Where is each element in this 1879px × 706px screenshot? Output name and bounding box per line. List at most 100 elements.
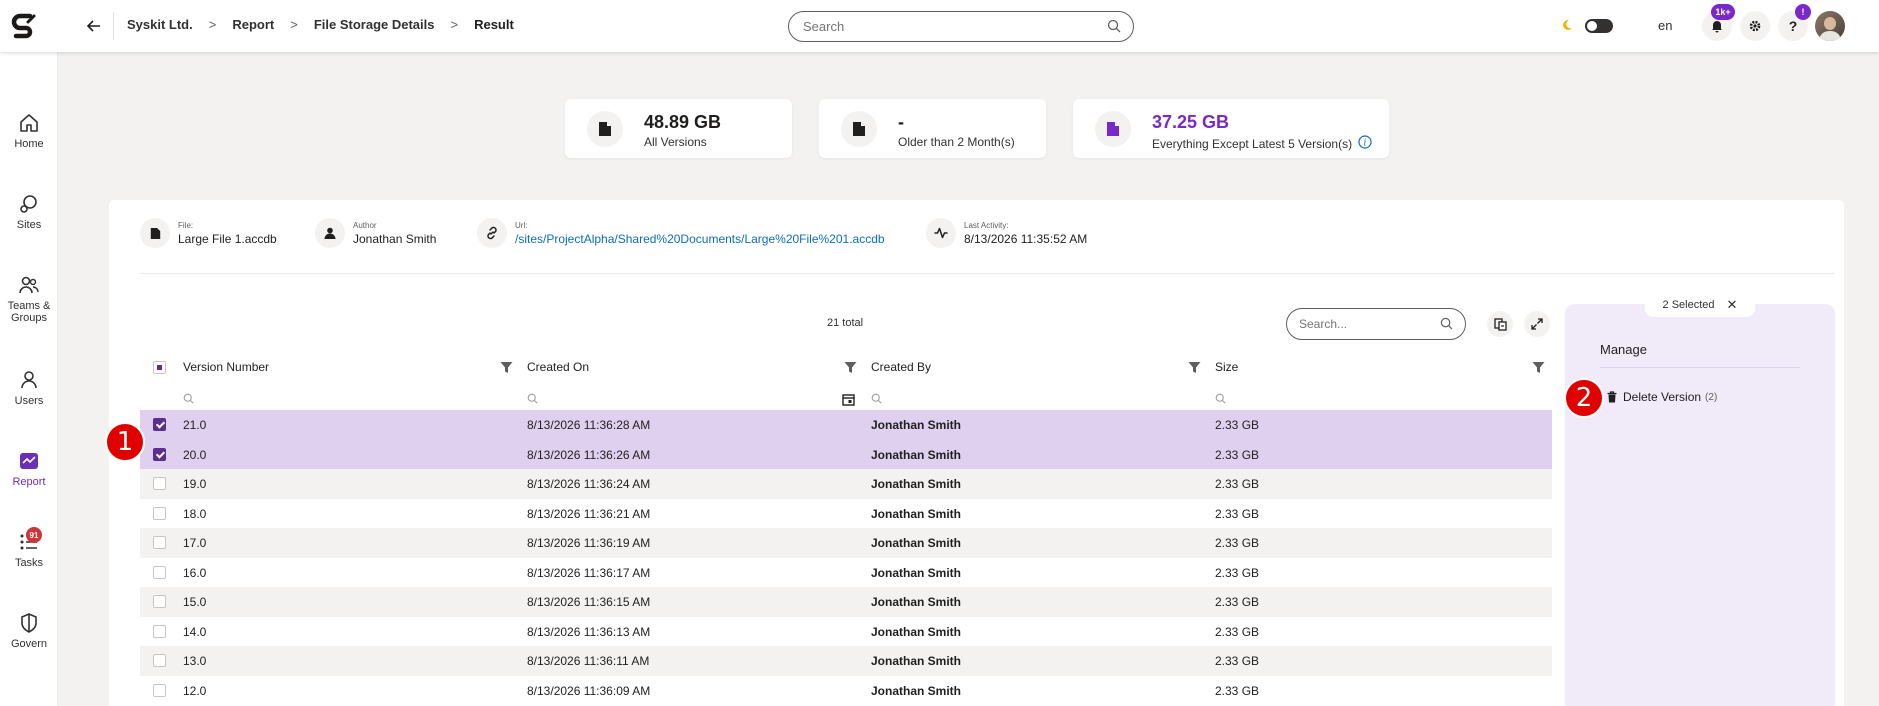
nav-item-govern[interactable]: Govern — [0, 612, 58, 650]
manage-divider — [1600, 367, 1800, 368]
file-icon — [140, 218, 170, 248]
card-all-versions: 48.89 GB All Versions — [565, 99, 792, 158]
search-icon[interactable] — [1215, 391, 1226, 409]
select-all-checkbox[interactable] — [153, 361, 166, 374]
cell-version: 16.0 — [183, 565, 207, 580]
cell-created-on: 8/13/2026 11:36:19 AM — [527, 536, 651, 550]
row-checkbox[interactable] — [153, 477, 166, 490]
row-checkbox[interactable] — [153, 506, 166, 520]
table-row[interactable]: 19.0 8/13/2026 11:36:24 AM Jonathan Smith 2… — [140, 469, 1552, 499]
cell-size: 2.33 GB — [1215, 624, 1260, 639]
column-header-created-by[interactable]: Created By — [871, 360, 931, 374]
cell-size: 2.33 GB — [1215, 506, 1260, 521]
breadcrumb-item-syskit[interactable]: Syskit Ltd. — [127, 17, 193, 32]
column-header-created-on[interactable]: Created On — [527, 360, 589, 374]
selected-count-tab: 2 Selected ✕ — [1645, 293, 1755, 317]
grid-search-input[interactable] — [1299, 317, 1429, 331]
search-icon[interactable] — [183, 391, 194, 409]
search-icon[interactable] — [1440, 317, 1453, 335]
table-row[interactable]: 18.0 8/13/2026 11:36:21 AM Jonathan Smith 2… — [140, 499, 1552, 529]
nav-item-teams-groups[interactable]: Teams & Groups — [0, 274, 58, 324]
grid-search — [1286, 308, 1466, 340]
global-search-input[interactable] — [803, 19, 1093, 34]
cell-created-on: 8/13/2026 11:36:26 AM — [527, 447, 651, 462]
tasks-badge: 91 — [26, 527, 42, 543]
clear-selection-close-icon[interactable]: ✕ — [1727, 297, 1738, 313]
filter-icon[interactable] — [500, 361, 513, 379]
cell-created-on: 8/13/2026 11:36:13 AM — [527, 624, 651, 639]
filter-icon[interactable] — [1188, 361, 1201, 379]
nav-item-home[interactable]: Home — [0, 112, 58, 150]
table-row[interactable]: 14.0 8/13/2026 11:36:13 AM Jonathan Smith 2… — [140, 617, 1552, 647]
column-header-size[interactable]: Size — [1215, 360, 1238, 374]
table-row[interactable]: 21.0 8/13/2026 11:36:28 AM Jonathan Smith 2… — [140, 410, 1552, 440]
column-header-version[interactable]: Version Number — [183, 360, 269, 374]
cell-version: 17.0 — [183, 536, 207, 550]
back-arrow-icon[interactable] — [84, 16, 104, 36]
cell-size: 2.33 GB — [1215, 565, 1260, 580]
cell-created-on: 8/13/2026 11:36:28 AM — [527, 418, 651, 432]
row-checkbox[interactable] — [153, 624, 166, 638]
export-button[interactable] — [1487, 311, 1513, 337]
filter-icon[interactable] — [1532, 361, 1545, 379]
gear-icon — [1749, 20, 1761, 32]
cell-created-on: 8/13/2026 11:36:24 AM — [527, 477, 651, 491]
cell-size: 2.33 GB — [1215, 654, 1260, 668]
delete-version-button[interactable]: Delete Version (2) — [1607, 390, 1717, 404]
cell-created-by: Jonathan Smith — [871, 447, 962, 462]
table-row[interactable]: 17.0 8/13/2026 11:36:19 AM Jonathan Smith 2… — [140, 528, 1552, 558]
nav-item-report[interactable]: Report — [0, 450, 58, 488]
link-icon — [477, 218, 507, 248]
settings-button[interactable] — [1740, 11, 1770, 41]
cell-size: 2.33 GB — [1215, 477, 1260, 491]
callout-marker-2: 2 — [1564, 378, 1604, 418]
search-icon[interactable] — [871, 391, 882, 409]
cell-created-by: Jonathan Smith — [871, 536, 962, 550]
table-row[interactable]: 16.0 8/13/2026 11:36:17 AM Jonathan Smith 2… — [140, 558, 1552, 588]
card-except-latest: 37.25 GB Everything Except Latest 5 Vers… — [1073, 99, 1389, 158]
row-checkbox[interactable] — [153, 418, 166, 431]
cell-created-on: 8/13/2026 11:36:11 AM — [527, 654, 650, 668]
table-row[interactable]: 20.0 8/13/2026 11:36:26 AM Jonathan Smith 2… — [140, 439, 1552, 469]
expand-button[interactable] — [1524, 311, 1550, 337]
dark-mode-toggle[interactable] — [1585, 19, 1613, 33]
language-selector[interactable]: en — [1658, 18, 1672, 33]
help-badge: ! — [1795, 4, 1811, 20]
info-icon[interactable]: i — [1358, 135, 1372, 152]
divider — [140, 273, 1835, 274]
table-row[interactable]: 12.0 8/13/2026 11:36:09 AM Jonathan Smith 2… — [140, 676, 1552, 706]
breadcrumb-item-result: Result — [474, 17, 514, 32]
row-checkbox[interactable] — [153, 595, 166, 608]
cell-size: 2.33 GB — [1215, 595, 1260, 609]
cell-created-on: 8/13/2026 11:36:17 AM — [527, 565, 651, 580]
row-checkbox[interactable] — [153, 683, 166, 697]
meta-file: File: Large File 1.accdb — [140, 218, 277, 248]
row-checkbox[interactable] — [153, 447, 166, 461]
breadcrumb-item-report[interactable]: Report — [232, 17, 274, 32]
nav-item-tasks[interactable]: 91 Tasks — [0, 527, 58, 569]
row-checkbox[interactable] — [153, 536, 166, 549]
nav-item-sites[interactable]: Sites — [0, 193, 58, 231]
search-icon[interactable] — [527, 391, 538, 409]
chevron-right-icon: > — [450, 17, 459, 32]
avatar[interactable] — [1815, 11, 1845, 41]
cell-size: 2.33 GB — [1215, 536, 1260, 550]
table-row[interactable]: 15.0 8/13/2026 11:36:15 AM Jonathan Smith 2… — [140, 587, 1552, 617]
file-icon — [841, 111, 877, 147]
breadcrumb-item-file-storage[interactable]: File Storage Details — [314, 17, 435, 32]
cell-version: 21.0 — [183, 418, 207, 432]
search-icon[interactable] — [1107, 19, 1121, 38]
syskit-logo[interactable] — [8, 10, 40, 42]
table-row[interactable]: 13.0 8/13/2026 11:36:11 AM Jonathan Smith 2… — [140, 646, 1552, 676]
cell-created-by: Jonathan Smith — [871, 565, 962, 580]
calendar-icon[interactable] — [842, 393, 855, 411]
nav-item-users[interactable]: Users — [0, 369, 58, 407]
filter-icon[interactable] — [844, 361, 857, 379]
meta-url: Url:/sites/ProjectAlpha/Shared%20Documen… — [477, 218, 885, 248]
cell-size: 2.33 GB — [1215, 683, 1260, 698]
row-checkbox[interactable] — [153, 565, 166, 579]
file-url-link[interactable]: /sites/ProjectAlpha/Shared%20Documents/L… — [515, 232, 885, 246]
cell-created-on: 8/13/2026 11:36:21 AM — [527, 506, 651, 521]
cell-version: 18.0 — [183, 506, 207, 521]
row-checkbox[interactable] — [153, 654, 166, 667]
